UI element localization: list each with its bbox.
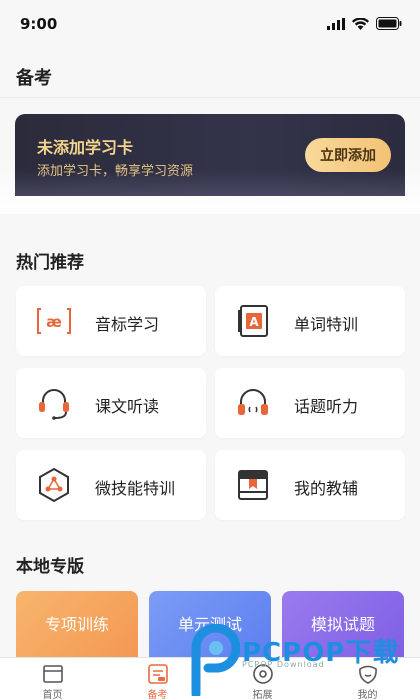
headphones-icon: [238, 389, 268, 415]
banner-subtitle: 添加学习卡，畅享学习资源: [37, 164, 194, 179]
card-label: 微技能特训: [95, 479, 176, 498]
wifi-icon: [352, 17, 369, 30]
watermark: PCPOP下载 PCPOP Download: [186, 624, 406, 700]
card-label: 话题听力: [294, 397, 359, 416]
headset-mic-icon: [39, 389, 69, 420]
home-icon: [42, 665, 63, 683]
svg-text:A: A: [249, 315, 259, 329]
card-label: 课文听读: [95, 397, 160, 416]
signal-icon: [327, 17, 345, 30]
battery-icon: [376, 17, 402, 30]
card-phonetic[interactable]: æ 音标学习: [16, 286, 206, 356]
banner-title: 未添加学习卡: [37, 138, 134, 157]
status-bar: 9:00: [0, 0, 420, 52]
watermark-logo-icon: [191, 624, 240, 696]
card-text-listening[interactable]: 课文听读: [16, 368, 206, 438]
status-icons: [327, 17, 402, 30]
local-section-title: 本地专版: [16, 557, 84, 577]
tab-home[interactable]: 首页: [0, 658, 105, 700]
card-my-materials[interactable]: 我的教辅: [215, 450, 405, 520]
study-card-banner[interactable]: 未添加学习卡 添加学习卡，畅享学习资源 立即添加: [15, 114, 405, 196]
page-title: 备考: [16, 68, 52, 89]
tab-label: 首页: [42, 690, 63, 700]
exam-icon: [147, 664, 168, 684]
svg-text:æ: æ: [46, 313, 62, 331]
hexagon-skill-icon: [39, 467, 69, 503]
book-icon: [238, 470, 268, 500]
card-words[interactable]: A 单词特训: [215, 286, 405, 356]
page-header: 备考: [0, 52, 420, 98]
card-label: 音标学习: [95, 315, 160, 334]
watermark-sub: PCPOP Download: [242, 660, 325, 669]
status-time: 9:00: [20, 15, 58, 33]
card-label: 单词特训: [294, 315, 359, 334]
hot-section-title: 热门推荐: [16, 253, 84, 273]
card-label: 我的教辅: [294, 479, 359, 498]
add-card-button[interactable]: 立即添加: [305, 138, 391, 172]
word-card-a-icon: A: [238, 305, 268, 337]
local-card-special-training[interactable]: 专项训练: [16, 591, 138, 657]
phonetic-ae-icon: æ: [37, 308, 71, 334]
local-card-label: 专项训练: [44, 615, 109, 634]
banner-area: 未添加学习卡 添加学习卡，畅享学习资源 立即添加: [0, 98, 420, 214]
card-topic-listening[interactable]: 话题听力: [215, 368, 405, 438]
card-micro-skills[interactable]: 微技能特训: [16, 450, 206, 520]
